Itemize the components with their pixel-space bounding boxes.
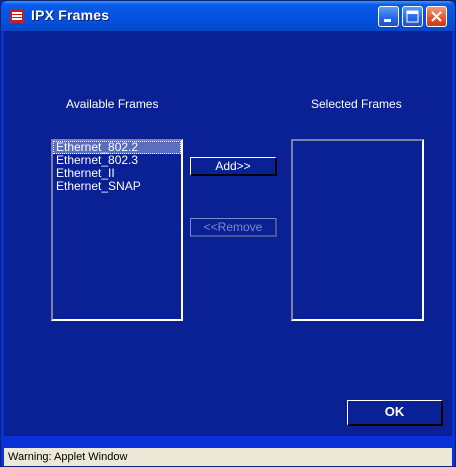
selected-frames-list[interactable] [291,139,424,321]
list-item[interactable]: Ethernet_SNAP [53,180,181,193]
app-icon [10,9,24,23]
selected-frames-label: Selected Frames [311,97,402,111]
ok-button[interactable]: OK [347,400,443,426]
window-title: IPX Frames [31,7,110,23]
remove-button[interactable]: <<Remove [190,218,277,237]
add-button[interactable]: Add>> [190,157,277,176]
title-bar[interactable]: IPX Frames [1,1,455,31]
ipx-frames-window: IPX Frames Available Frames Selected Fra… [0,0,456,467]
close-button[interactable] [426,6,447,27]
maximize-icon [406,10,419,23]
dialog-content: Available Frames Selected Frames Etherne… [4,31,452,436]
maximize-button[interactable] [402,6,423,27]
minimize-button[interactable] [378,6,399,27]
close-icon [431,11,442,22]
minimize-icon [384,19,391,22]
available-frames-label: Available Frames [66,97,159,111]
applet-warning-bar: Warning: Applet Window [4,448,452,466]
available-frames-list[interactable]: Ethernet_802.2 Ethernet_802.3 Ethernet_I… [51,139,183,321]
